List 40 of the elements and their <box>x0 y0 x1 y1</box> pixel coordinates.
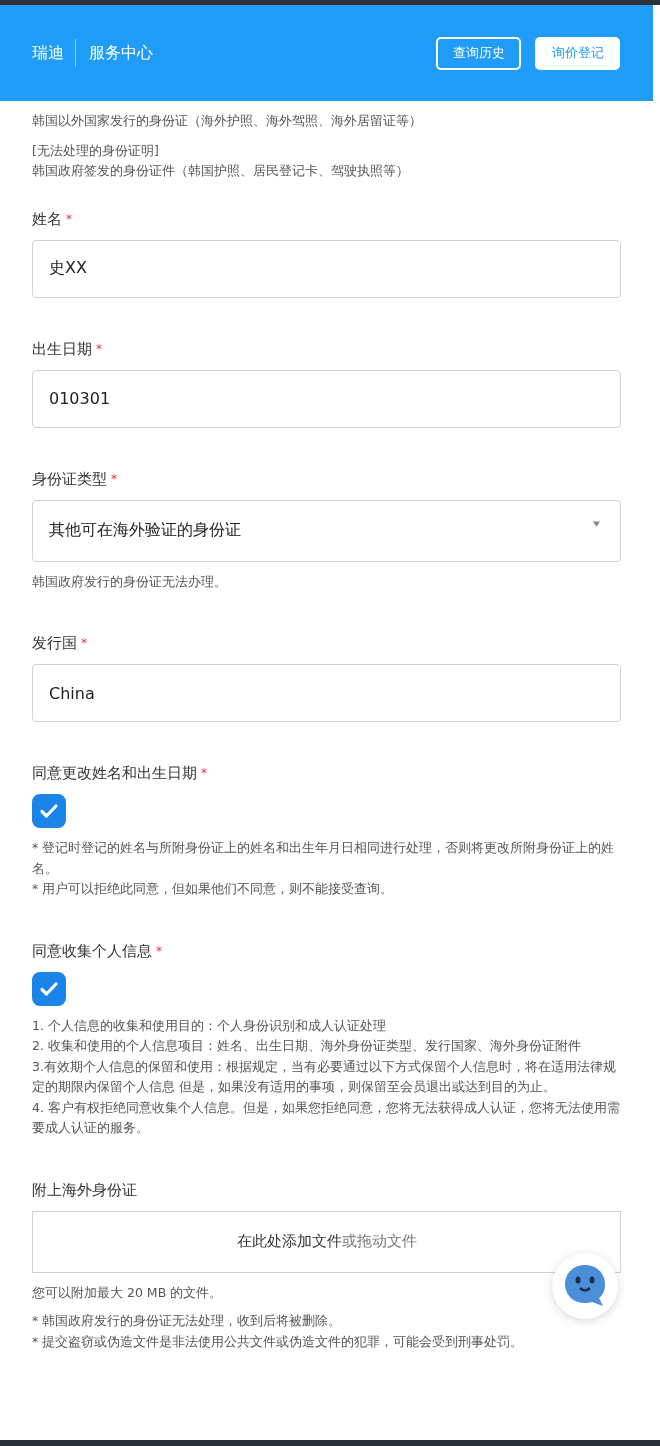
note-text: 2. 收集和使用的个人信息项目：姓名、出生日期、海外身份证类型、发行国家、海外身份证附件 <box>32 1037 582 1055</box>
note-text: * 用户可以拒绝此同意，但如果他们不同意，则不能接受查询。 <box>32 880 395 898</box>
note-text: 韩国政府发行的身份证无法办理。 <box>32 572 228 591</box>
drag-hint: 或拖动文件 <box>341 1232 417 1251</box>
required-mark: * <box>156 943 162 958</box>
field-label: 同意更改姓名和出生日期 <box>32 765 197 781</box>
required-mark: * <box>66 211 72 226</box>
caret-icon <box>593 520 600 527</box>
info-text: 韩国以外国家发行的身份证（海外护照、海外驾照、海外居留证等） <box>32 112 423 130</box>
checkbox[interactable] <box>32 794 66 828</box>
note-text: 1. 个人信息的收集和使用目的：个人身份识别和成人认证处理 <box>32 1016 387 1035</box>
size-note: 您可以附加最大 20 MB 的文件。 <box>32 1283 224 1302</box>
info-text: 韩国政府签发的身份证件（韩国护照、居民登记卡、驾驶执照等） <box>32 162 410 180</box>
checkbox[interactable] <box>32 971 66 1006</box>
text-field[interactable]: 010301 <box>32 369 621 428</box>
note-text: * 登记时登记的姓名与所附身份证上的姓名和出生年月日相同进行处理，否则将更改所附身份证上的姓名。 <box>32 839 616 878</box>
chat-button[interactable] <box>552 1253 618 1319</box>
required-mark: * <box>96 341 102 356</box>
chat-bubble-icon <box>563 1264 607 1308</box>
required-mark: * <box>201 766 207 780</box>
required-mark: * <box>81 636 87 650</box>
section-title: 服务中心 <box>89 42 153 64</box>
note-text: * 韩国政府发行的身份证无法处理，收到后将被删除。 <box>32 1312 343 1330</box>
field-label: 身份证类型 <box>32 470 107 487</box>
required-mark: * <box>111 471 117 486</box>
brand-name: 瑞迪 <box>32 42 64 64</box>
info-text: [无法处理的身份证明] <box>32 141 160 160</box>
field-label: 发行国 <box>32 635 77 651</box>
field-label: 姓名 <box>32 210 62 227</box>
note-text: 4. 客户有权拒绝同意收集个人信息。但是，如果您拒绝同意，您将无法获得成人认证，您将无法使用需要成人认证的服务。 <box>32 1098 620 1137</box>
note-text: * 提交盗窃或伪造文件是非法使用公共文件或伪造文件的犯罪，可能会受到刑事处罚。 <box>32 1332 525 1351</box>
field-label: 同意收集个人信息 <box>32 942 152 959</box>
file-dropzone[interactable]: 在此处添加文件或拖动文件 <box>32 1210 621 1273</box>
field-label: 附上海外身份证 <box>32 1181 137 1198</box>
text-field[interactable]: China <box>32 664 621 722</box>
add-file-link[interactable]: 在此处添加文件 <box>236 1232 342 1251</box>
dropdown[interactable]: 其他可在海外验证的身份证 <box>32 499 621 562</box>
note-text: 3.有效期个人信息的保留和使用：根据规定，当有必要通过以下方式保留个人信息时，将在适用法律规定的期限内保留个人信息 但是，如果没有适用的事项，则保留至会员退出或达到目的为止。 <box>32 1057 617 1096</box>
field-label: 出生日期 <box>32 340 92 357</box>
text-field[interactable]: 史XX <box>32 239 621 298</box>
